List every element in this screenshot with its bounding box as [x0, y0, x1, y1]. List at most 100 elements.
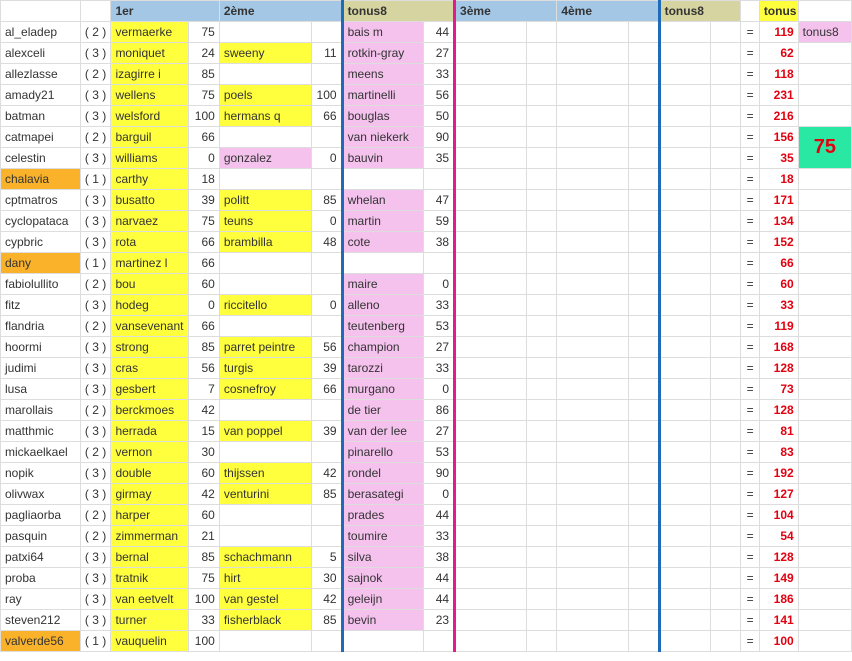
- pick2-value: 0: [311, 148, 342, 169]
- tonus-a-name: bouglas: [342, 106, 424, 127]
- row-total: 83: [759, 442, 798, 463]
- tonus-a-value: 44: [424, 22, 455, 43]
- hdr-tonus-b: tonus8: [659, 1, 741, 22]
- equals-sign: =: [741, 484, 759, 505]
- row-total: 100: [759, 631, 798, 652]
- tonus-a-name: pinarello: [342, 442, 424, 463]
- pick1-name: turner: [111, 610, 189, 631]
- tonus-a-value: [424, 169, 455, 190]
- player-name: olivwax: [1, 484, 81, 505]
- hdr-total: tonus: [759, 1, 798, 22]
- pick1-name: martinez l: [111, 253, 189, 274]
- pick1-value: 0: [189, 148, 220, 169]
- tonus-a-value: 50: [424, 106, 455, 127]
- tonus-a-name: silva: [342, 547, 424, 568]
- table-row: amady21( 3 )wellens75poels100martinelli5…: [1, 85, 852, 106]
- table-body: al_eladep( 2 )vermaerke75bais m44=119ton…: [1, 22, 852, 652]
- pick1-value: 75: [189, 22, 220, 43]
- row-total: 149: [759, 568, 798, 589]
- equals-sign: =: [741, 106, 759, 127]
- hdr-4eme: 4ème: [557, 1, 659, 22]
- pick1-value: 21: [189, 526, 220, 547]
- pick1-value: 30: [189, 442, 220, 463]
- pick1-value: 18: [189, 169, 220, 190]
- equals-sign: =: [741, 43, 759, 64]
- player-name: fabiolullito: [1, 274, 81, 295]
- pick1-name: cras: [111, 358, 189, 379]
- pick2-value: 0: [311, 211, 342, 232]
- pick1-name: rota: [111, 232, 189, 253]
- equals-sign: =: [741, 190, 759, 211]
- pick2-value: [311, 127, 342, 148]
- row-total: 141: [759, 610, 798, 631]
- row-total: 171: [759, 190, 798, 211]
- par-count: ( 3 ): [80, 211, 111, 232]
- pick2-value: 42: [311, 463, 342, 484]
- player-name: cypbric: [1, 232, 81, 253]
- tonus-a-value: 0: [424, 379, 455, 400]
- tonus-a-value: 53: [424, 442, 455, 463]
- tonus-a-value: 86: [424, 400, 455, 421]
- table-row: patxi64( 3 )bernal85schachmann5silva38=1…: [1, 547, 852, 568]
- table-row: flandria( 2 )vansevenant66teutenberg53=1…: [1, 316, 852, 337]
- row-total: 216: [759, 106, 798, 127]
- table-row: alexceli( 3 )moniquet24sweeny11rotkin-gr…: [1, 43, 852, 64]
- tonus-a-value: 38: [424, 232, 455, 253]
- pick1-value: 85: [189, 64, 220, 85]
- pick2-name: poels: [219, 85, 311, 106]
- equals-sign: =: [741, 442, 759, 463]
- player-name: matthmic: [1, 421, 81, 442]
- row-total: 62: [759, 43, 798, 64]
- pick1-value: 66: [189, 127, 220, 148]
- pick2-value: 85: [311, 484, 342, 505]
- tonus-a-name: de tier: [342, 400, 424, 421]
- tonus-a-name: teutenberg: [342, 316, 424, 337]
- player-name: cyclopataca: [1, 211, 81, 232]
- player-name: catmapei: [1, 127, 81, 148]
- tonus-a-name: rotkin-gray: [342, 43, 424, 64]
- pick1-name: welsford: [111, 106, 189, 127]
- player-name: chalavia: [1, 169, 81, 190]
- player-name: hoormi: [1, 337, 81, 358]
- tonus-a-name: martinelli: [342, 85, 424, 106]
- pick1-name: izagirre i: [111, 64, 189, 85]
- row-total: 156: [759, 127, 798, 148]
- par-count: ( 2 ): [80, 400, 111, 421]
- table-row: olivwax( 3 )girmay42venturini85berasateg…: [1, 484, 852, 505]
- row-total: 18: [759, 169, 798, 190]
- pick2-value: [311, 442, 342, 463]
- pick1-name: van eetvelt: [111, 589, 189, 610]
- equals-sign: =: [741, 337, 759, 358]
- pick1-value: 60: [189, 505, 220, 526]
- hdr-1er: 1er: [111, 1, 219, 22]
- tonus-a-name: van der lee: [342, 421, 424, 442]
- tonus-a-name: murgano: [342, 379, 424, 400]
- table-row: lusa( 3 )gesbert7cosnefroy66murgano0=73: [1, 379, 852, 400]
- pick1-name: vauquelin: [111, 631, 189, 652]
- tonus-a-name: bauvin: [342, 148, 424, 169]
- player-name: pagliaorba: [1, 505, 81, 526]
- row-total: 152: [759, 232, 798, 253]
- pick1-name: gesbert: [111, 379, 189, 400]
- table-row: pasquin( 2 )zimmerman21toumire33=54: [1, 526, 852, 547]
- par-count: ( 2 ): [80, 316, 111, 337]
- row-total: 73: [759, 379, 798, 400]
- pick2-value: [311, 169, 342, 190]
- equals-sign: =: [741, 463, 759, 484]
- pick2-name: venturini: [219, 484, 311, 505]
- tonus-a-name: cote: [342, 232, 424, 253]
- pick2-name: turgis: [219, 358, 311, 379]
- table-row: celestin( 3 )williams0gonzalez0bauvin35=…: [1, 148, 852, 169]
- row-total: 119: [759, 316, 798, 337]
- pick2-value: [311, 274, 342, 295]
- player-name: nopik: [1, 463, 81, 484]
- par-count: ( 3 ): [80, 232, 111, 253]
- row-total: 128: [759, 547, 798, 568]
- side-big-value: 75: [798, 127, 851, 169]
- equals-sign: =: [741, 631, 759, 652]
- pick2-value: [311, 400, 342, 421]
- pick2-value: [311, 253, 342, 274]
- tonus-a-value: 33: [424, 64, 455, 85]
- par-count: ( 3 ): [80, 43, 111, 64]
- equals-sign: =: [741, 295, 759, 316]
